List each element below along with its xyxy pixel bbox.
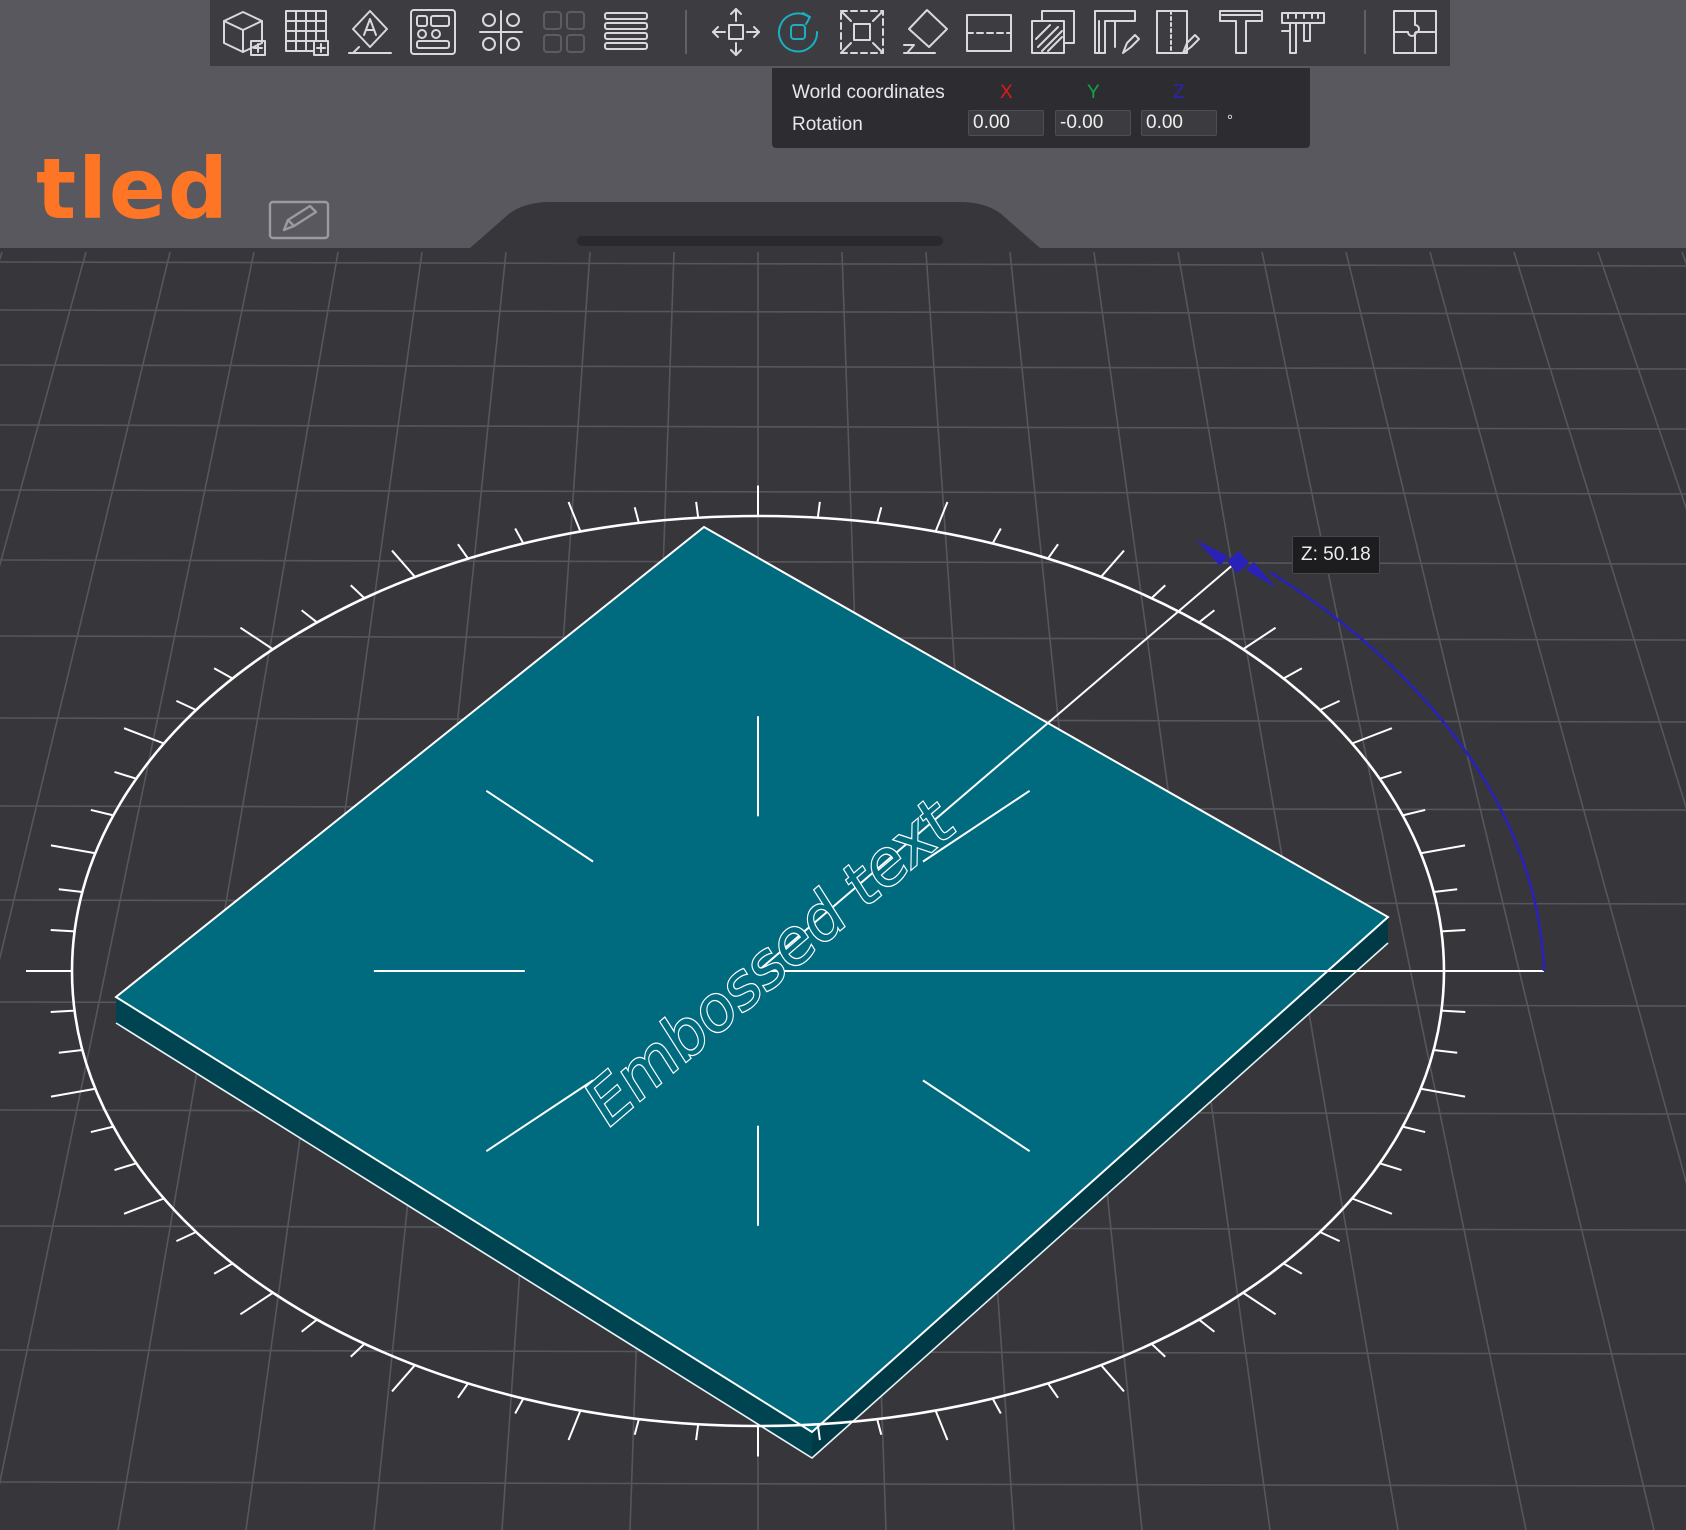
rotation-unit: ° <box>1227 112 1233 129</box>
coordinate-system-label[interactable]: World coordinates <box>792 82 945 104</box>
assembly-button[interactable] <box>1387 6 1443 58</box>
add-grid-button[interactable] <box>279 6 335 58</box>
top-toolbar <box>210 0 1450 66</box>
toolbar-separator <box>1364 10 1366 54</box>
project-title: tled <box>0 140 240 260</box>
paint-seam-button[interactable] <box>1088 6 1144 58</box>
split-parts-icon <box>543 11 585 53</box>
rotate-icon <box>778 12 819 53</box>
place-on-face-icon <box>348 10 392 54</box>
paint-support-button[interactable] <box>1025 6 1081 58</box>
rotation-panel: World coordinates X Y Z Rotation 0.00 -0… <box>772 68 1310 148</box>
grid-add-icon <box>285 10 329 56</box>
color-paint-icon <box>1156 10 1200 54</box>
assembly-icon <box>1393 10 1437 54</box>
rotation-tick <box>1441 1009 1466 1014</box>
measure-icon <box>1281 12 1325 54</box>
scale-tool-button[interactable] <box>834 6 890 58</box>
toolbar-separator <box>685 10 687 54</box>
arrange-button[interactable] <box>405 6 461 58</box>
rotation-label: Rotation <box>792 114 863 135</box>
3d-viewport[interactable]: Embossed text <box>0 0 1686 1530</box>
rotation-tick <box>1441 928 1466 933</box>
split-objects-button[interactable] <box>473 6 529 58</box>
text-icon <box>1219 10 1263 54</box>
scale-icon <box>840 10 884 54</box>
paint-color-button[interactable] <box>1150 6 1206 58</box>
support-paint-icon <box>1031 10 1075 54</box>
lay-on-face-icon <box>903 9 948 54</box>
measure-tool-button[interactable] <box>1275 6 1331 58</box>
axis-y-label: Y <box>1087 82 1100 103</box>
viewport-tab-handle[interactable] <box>577 236 943 246</box>
cube-add-icon <box>223 11 266 56</box>
move-tool-button[interactable] <box>708 6 764 58</box>
lay-on-face-button[interactable] <box>898 6 954 58</box>
rename-project-button[interactable] <box>266 196 332 242</box>
edit-icon <box>268 200 330 240</box>
cut-tool-button[interactable] <box>961 6 1017 58</box>
text-tool-button[interactable] <box>1213 6 1269 58</box>
split-objects-icon <box>479 10 523 54</box>
seam-paint-icon <box>1094 10 1140 54</box>
move-icon <box>712 8 760 56</box>
add-object-button[interactable] <box>215 6 271 58</box>
axis-z-label: Z <box>1173 82 1185 103</box>
layers-button[interactable] <box>598 6 654 58</box>
arrange-icon <box>410 9 456 55</box>
rotation-z-tooltip: Z: 50.18 <box>1292 536 1380 574</box>
rotation-y-input[interactable]: -0.00 <box>1055 110 1131 136</box>
rotate-tool-button[interactable] <box>770 6 826 58</box>
rotation-x-input[interactable]: 0.00 <box>968 110 1044 136</box>
rotation-tick <box>50 1009 75 1014</box>
place-on-face-button[interactable] <box>342 6 398 58</box>
rotation-tick <box>50 928 75 933</box>
axis-x-label: X <box>1000 82 1013 103</box>
layers-icon <box>604 12 648 50</box>
project-title-text: tled <box>35 140 230 238</box>
cut-icon <box>966 14 1012 52</box>
rotation-z-input[interactable]: 0.00 <box>1141 110 1217 136</box>
split-parts-button[interactable] <box>536 6 592 58</box>
